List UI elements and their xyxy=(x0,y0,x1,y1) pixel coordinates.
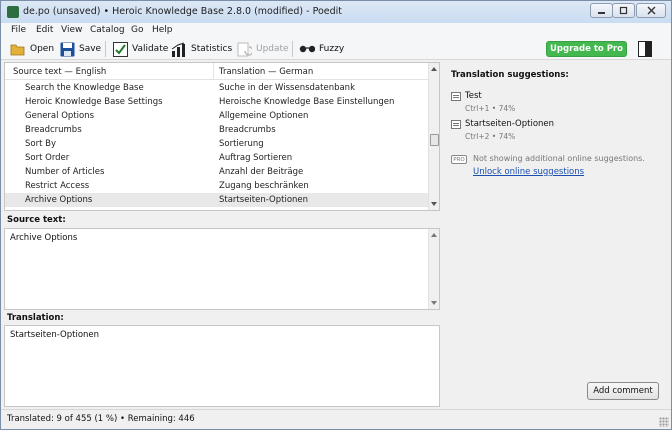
checkmark-icon xyxy=(112,41,128,57)
column-header-source[interactable]: Source text — English xyxy=(13,67,106,77)
row-translation: Heroische Knowledge Base Einstellungen xyxy=(219,97,395,107)
folder-icon xyxy=(10,41,26,57)
status-bar: Translated: 9 of 455 (1 %) • Remaining: … xyxy=(1,409,671,429)
row-translation: Allgemeine Optionen xyxy=(219,111,309,121)
menu-edit[interactable]: Edit xyxy=(36,25,53,35)
statistics-button[interactable]: Statistics xyxy=(171,41,232,57)
save-button[interactable]: Save xyxy=(59,41,101,57)
row-source: Heroic Knowledge Base Settings xyxy=(25,97,163,107)
close-icon xyxy=(647,6,655,15)
menu-catalog[interactable]: Catalog xyxy=(90,25,125,35)
scrollbar-thumb[interactable] xyxy=(430,134,439,146)
scroll-down-arrow-icon[interactable] xyxy=(431,301,437,305)
row-source: Breadcrumbs xyxy=(25,125,82,135)
list-header: Source text — English Translation — Germ… xyxy=(5,63,429,80)
save-label: Save xyxy=(79,44,102,54)
fuzzy-button[interactable]: Fuzzy xyxy=(299,41,344,57)
title-bar: de.po (unsaved) • Heroic Knowledge Base … xyxy=(1,1,671,23)
list-scrollbar[interactable] xyxy=(428,63,439,210)
update-icon xyxy=(236,41,252,57)
menu-bar: File Edit View Catalog Go Help xyxy=(1,23,671,38)
translation-memory-icon xyxy=(451,120,461,129)
row-source: Number of Articles xyxy=(25,167,105,177)
minimize-icon xyxy=(598,12,605,14)
translation-memory-icon xyxy=(451,92,461,101)
open-button[interactable]: Open xyxy=(10,41,54,57)
floppy-disk-icon xyxy=(59,41,75,57)
add-comment-button[interactable]: Add comment xyxy=(587,382,659,400)
update-label: Update xyxy=(256,44,289,54)
column-header-translation[interactable]: Translation — German xyxy=(219,67,313,77)
translation-list: Source text — English Translation — Germ… xyxy=(4,62,440,211)
table-row[interactable]: Search the Knowledge Base Suche in der W… xyxy=(5,81,429,95)
row-translation: Anzahl der Beiträge xyxy=(219,167,304,177)
sidebar-toggle-icon[interactable] xyxy=(638,41,652,57)
source-text-box: Archive Options xyxy=(4,228,440,310)
table-row[interactable]: Restrict Access Zugang beschränken xyxy=(5,179,429,193)
suggestion-meta: Ctrl+1 • 74% xyxy=(465,104,516,113)
row-translation: Auftrag Sortieren xyxy=(219,153,293,163)
menu-file[interactable]: File xyxy=(11,25,26,35)
table-row-selected[interactable]: Archive Options Startseiten-Optionen xyxy=(5,193,429,207)
row-source: Archive Options xyxy=(25,195,93,205)
maximize-button[interactable] xyxy=(612,3,635,18)
row-translation: Sortierung xyxy=(219,139,264,149)
row-translation: Zugang beschränken xyxy=(219,181,309,191)
glasses-icon xyxy=(299,41,315,57)
statistics-label: Statistics xyxy=(191,44,233,54)
toolbar-separator xyxy=(292,41,293,57)
menu-go[interactable]: Go xyxy=(131,25,143,35)
scroll-up-arrow-icon[interactable] xyxy=(431,67,437,71)
source-text-label: Source text: xyxy=(7,215,66,225)
resize-grip-icon[interactable] xyxy=(659,417,669,427)
window-title: de.po (unsaved) • Heroic Knowledge Base … xyxy=(23,6,343,17)
poedit-window: de.po (unsaved) • Heroic Knowledge Base … xyxy=(0,0,672,430)
suggestion-text: Startseiten-Optionen xyxy=(465,119,555,129)
status-text: Translated: 9 of 455 (1 %) • Remaining: … xyxy=(7,414,195,424)
update-button[interactable]: Update xyxy=(236,41,289,57)
table-row[interactable]: Sort Order Auftrag Sortieren xyxy=(5,151,429,165)
validate-label: Validate xyxy=(132,44,169,54)
maximize-icon xyxy=(619,6,628,15)
table-row[interactable]: General Options Allgemeine Optionen xyxy=(5,109,429,123)
bar-chart-icon xyxy=(171,41,187,57)
suggestion-text: Test xyxy=(465,91,482,101)
table-row[interactable]: Number of Articles Anzahl der Beiträge xyxy=(5,165,429,179)
menu-help[interactable]: Help xyxy=(152,25,173,35)
row-translation: Suche in der Wissensdatenbank xyxy=(219,83,355,93)
validate-button[interactable]: Validate xyxy=(112,41,168,57)
table-row[interactable]: Heroic Knowledge Base Settings Heroische… xyxy=(5,95,429,109)
pro-badge-icon: PRO xyxy=(451,155,467,164)
row-source: Sort By xyxy=(25,139,56,149)
scroll-down-arrow-icon[interactable] xyxy=(431,202,437,206)
suggestion-meta: Ctrl+2 • 74% xyxy=(465,132,516,141)
minimize-button[interactable] xyxy=(590,3,613,18)
table-row[interactable]: Sort By Sortierung xyxy=(5,137,429,151)
source-scrollbar[interactable] xyxy=(428,229,439,309)
column-divider[interactable] xyxy=(213,63,214,80)
poedit-app-icon xyxy=(7,6,19,18)
suggestions-title: Translation suggestions: xyxy=(451,70,569,80)
table-row[interactable]: Breadcrumbs Breadcrumbs xyxy=(5,123,429,137)
pro-note: Not showing additional online suggestion… xyxy=(473,154,645,163)
fuzzy-label: Fuzzy xyxy=(319,44,345,54)
source-text-content: Archive Options xyxy=(10,233,78,243)
translation-text-content: Startseiten-Optionen xyxy=(10,330,100,340)
translation-input[interactable]: Startseiten-Optionen xyxy=(4,325,440,407)
suggestions-sidebar: Translation suggestions: Test Ctrl+1 • 7… xyxy=(442,62,670,407)
close-button[interactable] xyxy=(636,3,666,18)
row-source: Sort Order xyxy=(25,153,70,163)
scroll-up-arrow-icon[interactable] xyxy=(431,233,437,237)
menu-view[interactable]: View xyxy=(61,25,82,35)
row-source: General Options xyxy=(25,111,94,121)
upgrade-to-pro-button[interactable]: Upgrade to Pro xyxy=(546,41,627,57)
row-translation: Breadcrumbs xyxy=(219,125,276,135)
translation-label: Translation: xyxy=(7,313,64,323)
row-source: Search the Knowledge Base xyxy=(25,83,144,93)
row-source: Restrict Access xyxy=(25,181,90,191)
open-label: Open xyxy=(30,44,55,54)
unlock-online-suggestions-link[interactable]: Unlock online suggestions xyxy=(473,167,584,177)
toolbar-separator xyxy=(105,41,106,57)
row-translation: Startseiten-Optionen xyxy=(219,195,309,205)
